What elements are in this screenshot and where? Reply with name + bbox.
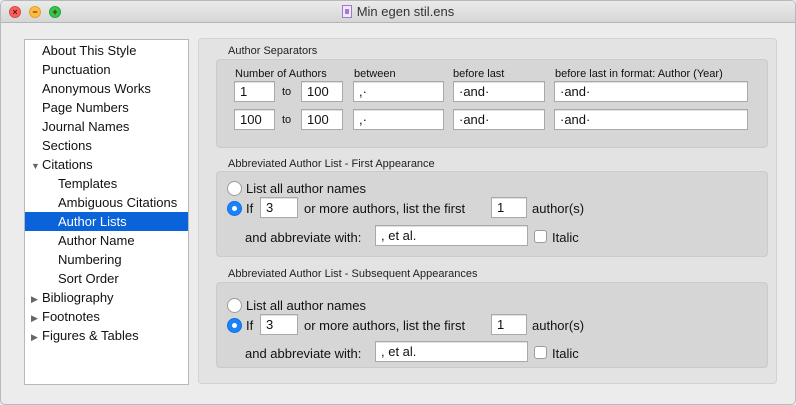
row1-before-last-input[interactable] bbox=[453, 81, 545, 102]
row2-to-input[interactable] bbox=[301, 109, 343, 130]
sidebar-item-punctuation[interactable]: Punctuation bbox=[25, 60, 188, 79]
subsequent-list-first-input[interactable] bbox=[491, 314, 527, 335]
subsequent-list-all-label: List all author names bbox=[246, 298, 366, 313]
first-italic-label: Italic bbox=[552, 230, 579, 245]
row2-before-last-format-input[interactable] bbox=[554, 109, 748, 130]
window-title: Min egen stil.ens bbox=[1, 4, 795, 19]
sidebar-item-sort-order[interactable]: Sort Order bbox=[25, 269, 188, 288]
first-abbreviate-label: and abbreviate with: bbox=[245, 230, 362, 245]
row2-from-input[interactable] bbox=[234, 109, 275, 130]
first-if-label: If bbox=[246, 201, 254, 216]
sidebar-item-journal-names[interactable]: Journal Names bbox=[25, 117, 188, 136]
sidebar-item-about-this-style[interactable]: About This Style bbox=[25, 41, 188, 60]
first-list-all-radio[interactable] bbox=[227, 181, 242, 196]
subsequent-list-all-radio[interactable] bbox=[227, 298, 242, 313]
col-between: between bbox=[354, 68, 396, 80]
first-list-all-label: List all author names bbox=[246, 181, 366, 196]
sidebar-item-ambiguous-citations[interactable]: Ambiguous Citations bbox=[25, 193, 188, 212]
subsequent-if-label: If bbox=[246, 318, 254, 333]
first-italic-checkbox[interactable] bbox=[534, 230, 547, 243]
subsequent-italic-checkbox[interactable] bbox=[534, 346, 547, 359]
row2-to-label: to bbox=[282, 114, 292, 126]
sidebar-item-numbering[interactable]: Numbering bbox=[25, 250, 188, 269]
subsequent-author-count-input[interactable] bbox=[260, 314, 298, 335]
first-appearance-group: List all author names If or more authors… bbox=[216, 171, 768, 257]
row1-from-input[interactable] bbox=[234, 81, 275, 102]
row1-before-last-format-input[interactable] bbox=[554, 81, 748, 102]
first-authors-label: author(s) bbox=[532, 201, 585, 216]
subsequent-abbreviate-label: and abbreviate with: bbox=[245, 346, 362, 361]
window-title-text: Min egen stil.ens bbox=[356, 4, 455, 19]
row1-between-input[interactable] bbox=[353, 81, 444, 102]
author-separators-title: Author Separators bbox=[228, 45, 318, 57]
author-lists-panel: Author Separators Number of Authors betw… bbox=[198, 38, 777, 384]
sidebar-item-templates[interactable]: Templates bbox=[25, 174, 188, 193]
first-if-radio[interactable] bbox=[227, 201, 242, 216]
row1-to-label: to bbox=[282, 86, 292, 98]
first-middle-label: or more authors, list the first bbox=[304, 201, 466, 216]
subsequent-middle-label: or more authors, list the first bbox=[304, 318, 466, 333]
sidebar-item-author-name[interactable]: Author Name bbox=[25, 231, 188, 250]
disclosure-right-icon[interactable]: ▶ bbox=[31, 328, 42, 347]
sidebar-item-figures-tables[interactable]: ▶ Figures & Tables bbox=[25, 326, 188, 345]
style-file-icon bbox=[341, 5, 352, 18]
subsequent-appearances-group: List all author names If or more authors… bbox=[216, 282, 768, 368]
sidebar-item-author-lists[interactable]: Author Lists bbox=[25, 212, 188, 231]
sidebar-item-sections[interactable]: Sections bbox=[25, 136, 188, 155]
first-appearance-title: Abbreviated Author List - First Appearan… bbox=[228, 158, 435, 170]
subsequent-if-radio[interactable] bbox=[227, 318, 242, 333]
subsequent-abbreviate-input[interactable] bbox=[375, 341, 528, 362]
subsequent-italic-label: Italic bbox=[552, 346, 579, 361]
title-bar[interactable]: × − + Min egen stil.ens bbox=[1, 1, 795, 23]
author-separators-group: Number of Authors between before last be… bbox=[216, 59, 768, 148]
subsequent-appearances-title: Abbreviated Author List - Subsequent App… bbox=[228, 268, 478, 280]
col-before-last: before last bbox=[453, 68, 505, 80]
style-editor-window: × − + Min egen stil.ens About This Style… bbox=[0, 0, 796, 405]
col-number-of-authors: Number of Authors bbox=[235, 68, 327, 80]
first-author-count-input[interactable] bbox=[260, 197, 298, 218]
style-sections-sidebar: About This Style Punctuation Anonymous W… bbox=[24, 39, 189, 385]
sidebar-item-bibliography[interactable]: ▶ Bibliography bbox=[25, 288, 188, 307]
col-before-last-format: before last in format: Author (Year) bbox=[555, 68, 723, 80]
sidebar-item-page-numbers[interactable]: Page Numbers bbox=[25, 98, 188, 117]
row2-before-last-input[interactable] bbox=[453, 109, 545, 130]
subsequent-authors-label: author(s) bbox=[532, 318, 585, 333]
first-abbreviate-input[interactable] bbox=[375, 225, 528, 246]
row1-to-input[interactable] bbox=[301, 81, 343, 102]
sidebar-item-footnotes[interactable]: ▶ Footnotes bbox=[25, 307, 188, 326]
row2-between-input[interactable] bbox=[353, 109, 444, 130]
first-list-first-input[interactable] bbox=[491, 197, 527, 218]
sidebar-item-citations[interactable]: ▼ Citations bbox=[25, 155, 188, 174]
sidebar-item-anonymous-works[interactable]: Anonymous Works bbox=[25, 79, 188, 98]
